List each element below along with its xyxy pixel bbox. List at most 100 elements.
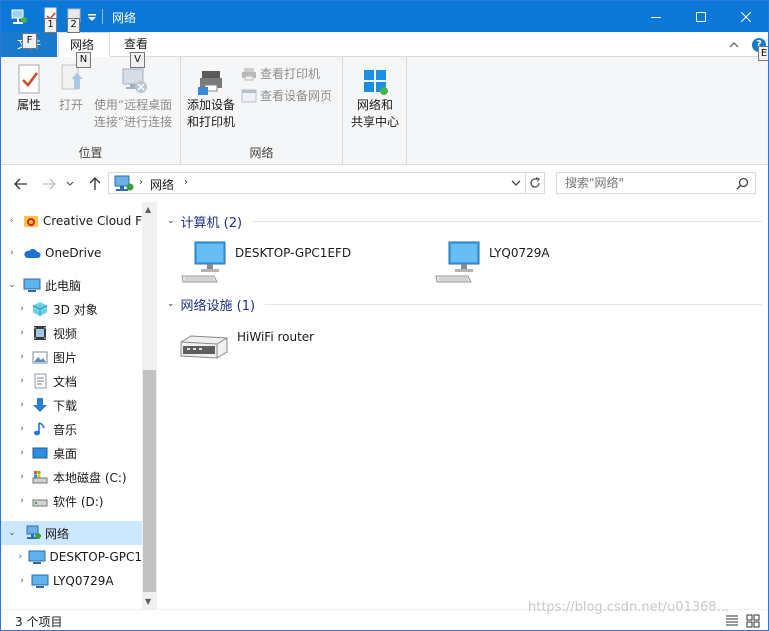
chevron-right-icon[interactable]: › [7,248,17,258]
details-view-icon[interactable] [724,613,740,629]
customize-qat-dropdown-icon[interactable] [87,14,97,22]
tree-item-3d-objects[interactable]: › 3D 对象 [1,297,142,321]
chevron-right-icon[interactable]: › [17,376,27,386]
back-arrow-icon [14,178,27,190]
view-printers-icon [242,67,256,80]
close-icon [741,11,751,22]
tree-label: 图片 [53,350,78,365]
drive-icon [31,493,49,509]
collapse-ribbon-chevron-icon[interactable] [728,39,740,51]
tree-item-this-pc[interactable]: ⌄ 此电脑 [1,273,142,297]
large-icons-view-icon[interactable] [745,613,761,629]
open-button[interactable]: 打开 [53,63,89,114]
tree-item-desktop[interactable]: › 桌面 [1,441,142,465]
tree-item-documents[interactable]: › 文档 [1,369,142,393]
creative-cloud-icon [22,213,39,229]
network-icon[interactable] [9,6,29,28]
remote-desktop-button[interactable]: 使用“远程桌面 连接”进行连接 [91,63,175,131]
chevron-right-icon[interactable]: › [17,400,27,410]
ribbon: 属性 打开 使用“远程桌面 连接”进行连接 位置 添加设备 和打印机 查看打印机… [1,57,768,165]
tree-label: OneDrive [45,246,102,260]
chevron-right-icon[interactable]: › [17,424,27,434]
refresh-icon [530,177,540,188]
tree-item-onedrive[interactable]: › OneDrive [1,241,142,265]
recent-locations-button[interactable] [65,176,75,192]
tree-item-videos[interactable]: › 视频 [1,321,142,345]
tree-label: 软件 (D:) [53,494,104,509]
address-dropdown-chevron-icon[interactable] [511,179,521,187]
group-header-computers[interactable]: ⌄ 计算机 (2) [167,211,762,231]
group-divider [265,303,762,305]
computer-icon [31,573,49,589]
tree-label: 桌面 [53,446,78,461]
view-device-webpage-button[interactable]: 查看设备网页 [241,87,332,104]
computer-tile-desktop-gpc1efd[interactable]: DESKTOP-GPC1EFD [181,240,351,284]
scroll-down-icon[interactable]: ▼ [145,597,151,606]
this-pc-icon [23,277,41,293]
tree-item-local-disk-c[interactable]: › 本地磁盘 (C:) [1,465,142,489]
tree-label: DESKTOP-GPC1 [49,550,142,564]
close-button[interactable] [723,1,768,32]
chevron-down-icon[interactable]: ⌄ [7,528,17,538]
maximize-button[interactable] [678,1,724,32]
qat-separator [102,9,103,24]
item-count: 3 个项目 [15,615,63,629]
scroll-up-icon[interactable]: ▲ [145,205,151,214]
chevron-down-icon[interactable]: ⌄ [167,216,175,226]
tree-item-drive-d[interactable]: › 软件 (D:) [1,489,142,513]
chevron-right-icon[interactable]: › [17,552,24,562]
group-divider [252,220,762,222]
view-printers-label: 查看打印机 [260,67,321,81]
forward-button[interactable] [41,176,57,192]
add-devices-label-1: 添加设备 [186,98,235,112]
tree-item-network[interactable]: ⌄ 网络 [1,521,142,545]
breadcrumb-network[interactable]: 网络 [150,176,174,193]
minimize-button[interactable] [633,1,679,32]
network-sharing-center-button[interactable]: 网络和 共享中心 [346,67,404,131]
breadcrumb-separator-icon[interactable]: › [139,177,143,188]
properties-label: 属性 [16,98,41,112]
refresh-button[interactable] [525,172,545,194]
chevron-right-icon[interactable]: › [17,352,27,362]
router-icon [180,335,228,359]
tree-item-lyq0729a[interactable]: › LYQ0729A [1,569,142,593]
documents-icon [31,373,49,389]
properties-button[interactable]: 属性 [11,63,47,114]
open-icon [61,64,83,90]
router-tile-hiwifi[interactable]: HiWiFi router [179,324,314,364]
view-printers-button[interactable]: 查看打印机 [241,65,320,82]
chevron-down-icon[interactable]: ⌄ [167,299,175,309]
add-devices-label-2: 和打印机 [186,115,235,129]
back-button[interactable] [13,176,29,192]
breadcrumb-separator-icon[interactable]: › [184,177,188,188]
group-header-network-infrastructure[interactable]: ⌄ 网络设施 (1) [167,294,762,314]
search-icon[interactable] [736,177,749,190]
search-input[interactable] [557,173,733,193]
add-devices-printers-button[interactable]: 添加设备 和打印机 [185,67,237,131]
chevron-down-icon [66,181,74,186]
tree-item-creative-cloud[interactable]: › Creative Cloud F [1,209,142,233]
chevron-right-icon[interactable]: › [7,216,16,226]
tree-label: 文档 [53,374,78,389]
sharing-center-group: 网络和 共享中心 [343,57,407,165]
tree-item-pictures[interactable]: › 图片 [1,345,142,369]
address-bar[interactable]: › 网络 › [108,172,526,194]
chevron-right-icon[interactable]: › [17,328,27,338]
tree-item-desktop-gpc1efd[interactable]: › DESKTOP-GPC1 [1,545,142,569]
search-box[interactable] [556,172,756,194]
router-name: HiWiFi router [237,330,315,344]
chevron-down-icon[interactable]: ⌄ [7,280,17,290]
scroll-thumb[interactable] [143,370,156,592]
computer-tile-lyq0729a[interactable]: LYQ0729A [435,240,550,284]
chevron-right-icon[interactable]: › [17,496,27,506]
tree-item-music[interactable]: › 音乐 [1,417,142,441]
nav-pane-scrollbar[interactable]: ▲ ▼ [142,202,157,609]
tree-item-downloads[interactable]: › 下载 [1,393,142,417]
chevron-right-icon[interactable]: › [17,472,27,482]
chevron-right-icon[interactable]: › [17,448,27,458]
up-button[interactable] [87,176,103,192]
remote-desktop-label-1: 使用“远程桌面 [93,98,173,112]
window-title: 网络 [112,11,137,25]
chevron-right-icon[interactable]: › [17,576,27,586]
chevron-right-icon[interactable]: › [17,304,27,314]
